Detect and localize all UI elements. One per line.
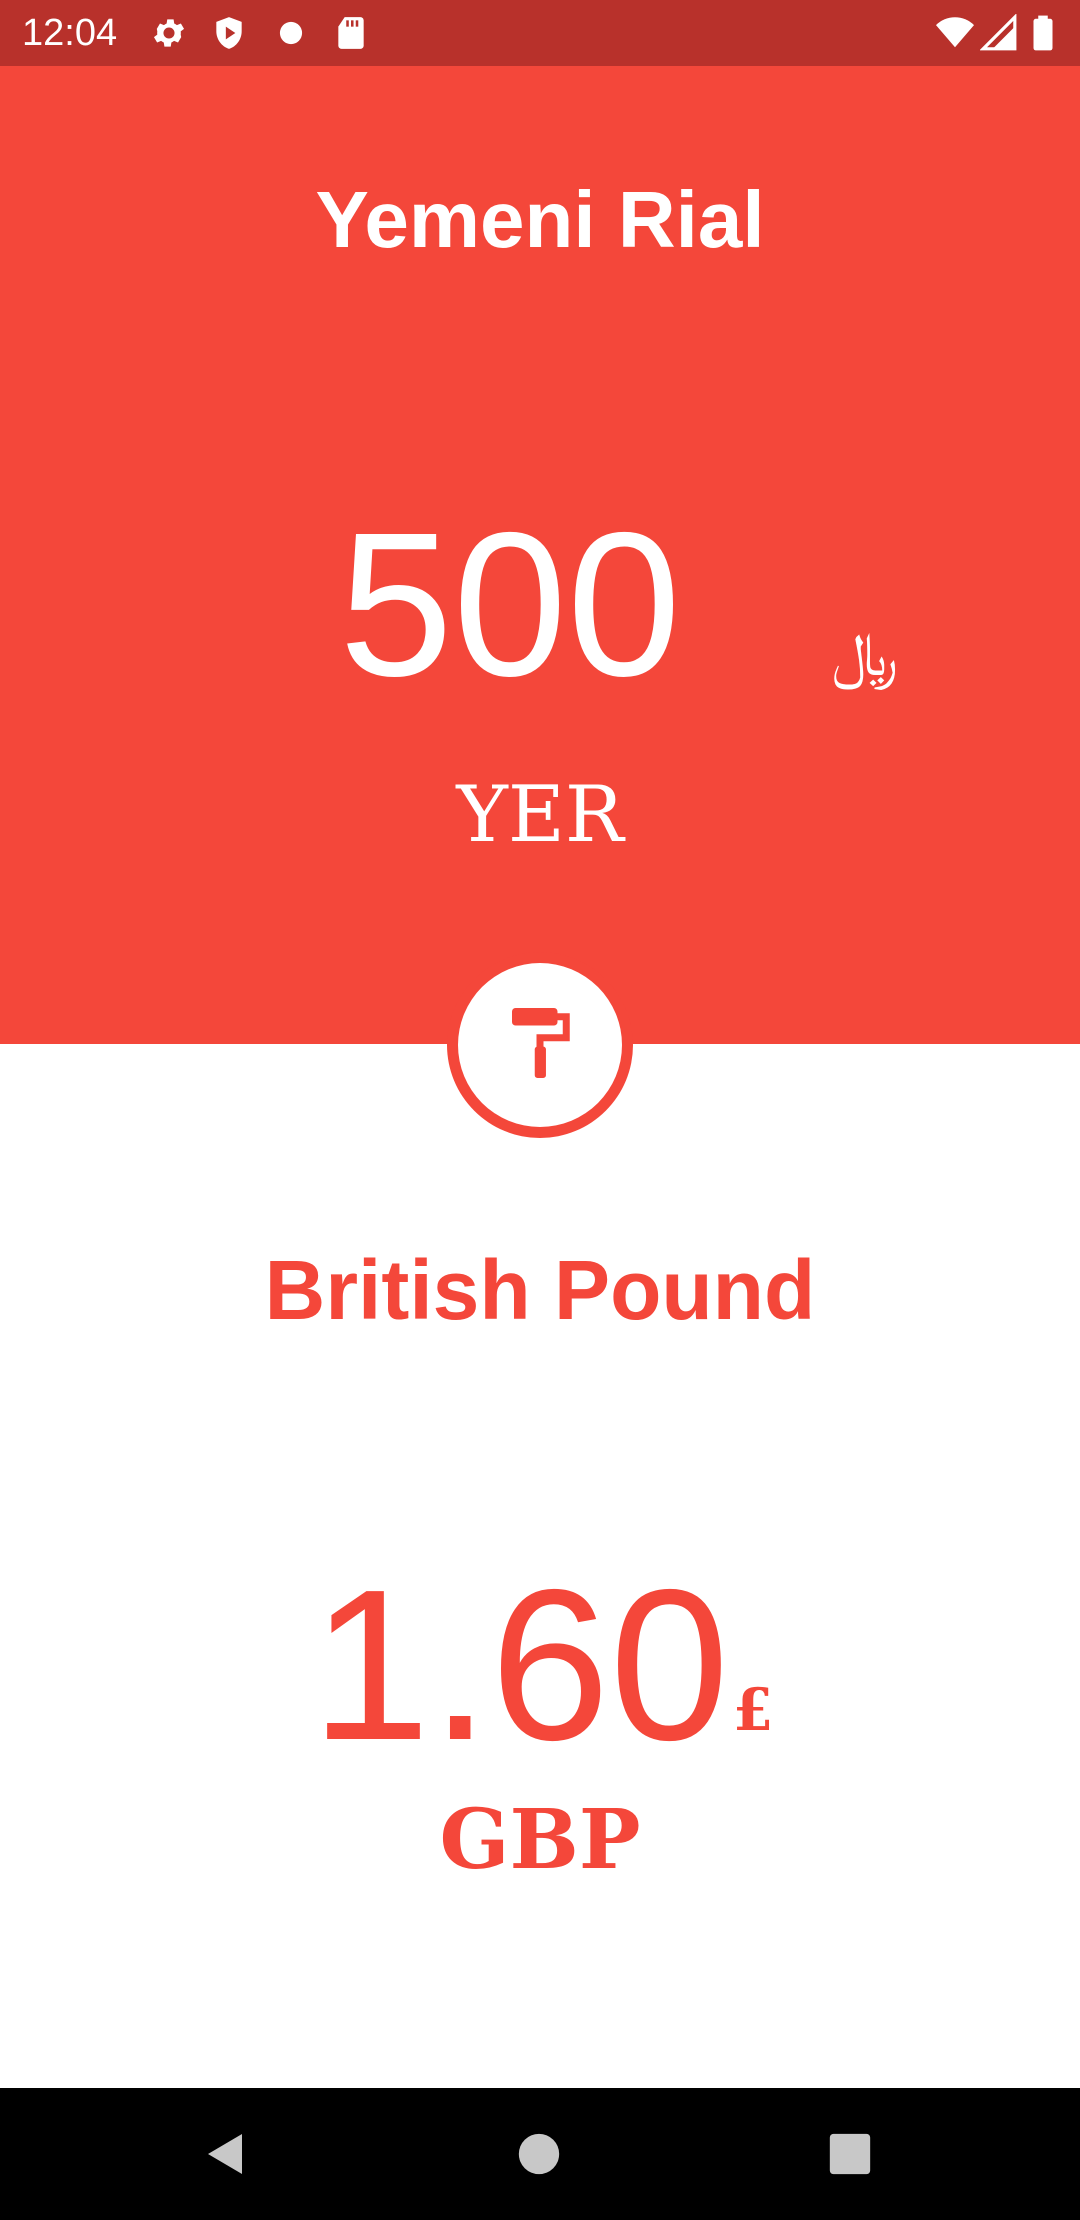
to-amount: 1.60 <box>310 1544 730 1785</box>
theme-button[interactable] <box>447 952 633 1138</box>
signal-icon <box>979 13 1018 52</box>
to-currency-code: GBP <box>439 1792 641 1888</box>
battery-icon <box>1030 14 1058 52</box>
from-amount[interactable]: 500 <box>300 490 720 720</box>
sd-card-icon <box>332 14 370 52</box>
nav-bar <box>0 2088 1080 2220</box>
status-bar: 12:04 <box>0 0 1080 66</box>
to-currency-symbol: £ <box>732 1676 774 1744</box>
paint-roller-icon <box>498 1001 582 1090</box>
gear-icon <box>150 14 188 52</box>
recents-icon[interactable] <box>820 2124 880 2184</box>
status-time: 12:04 <box>22 12 118 54</box>
from-currency-code: YER <box>456 770 624 860</box>
to-currency-name[interactable]: British Pound <box>0 1240 1080 1340</box>
theme-button-inner <box>458 963 622 1127</box>
dot-icon <box>272 14 310 52</box>
from-currency-name[interactable]: Yemeni Rial <box>0 170 1080 270</box>
wifi-icon <box>935 14 974 52</box>
shield-play-icon <box>210 14 248 52</box>
back-icon[interactable] <box>196 2124 256 2184</box>
from-currency-symbol: ﷼ <box>831 620 899 690</box>
home-icon[interactable] <box>509 2124 569 2184</box>
